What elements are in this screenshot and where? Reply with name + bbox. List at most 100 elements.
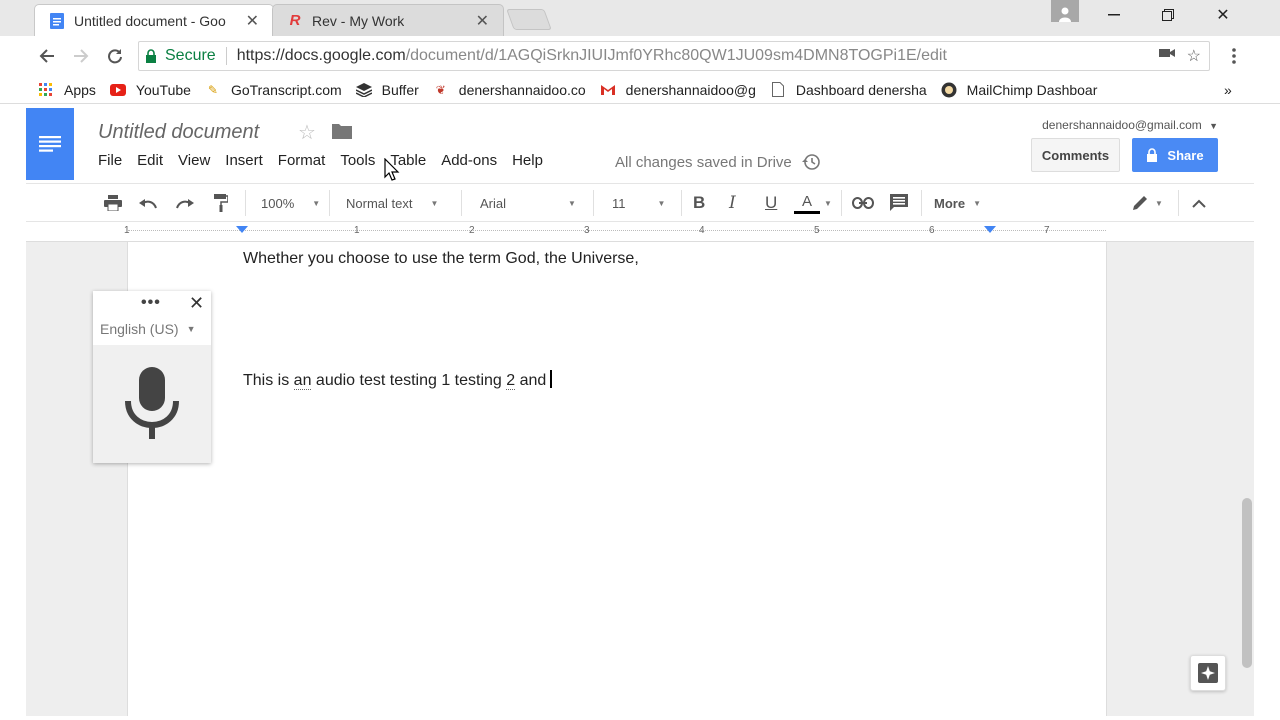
left-indent-marker[interactable] bbox=[236, 226, 248, 233]
redo-icon[interactable] bbox=[176, 184, 194, 222]
url-text: https://docs.google.com/document/d/1AGQi… bbox=[236, 47, 947, 64]
underline-button[interactable]: U bbox=[765, 184, 777, 222]
minimize-icon[interactable] bbox=[1091, 0, 1137, 30]
restore-icon[interactable] bbox=[1145, 0, 1191, 30]
new-tab-button[interactable] bbox=[506, 9, 552, 30]
tab-rev-my-work[interactable]: R Rev - My Work ✕ bbox=[272, 4, 504, 36]
link-icon[interactable] bbox=[852, 184, 874, 222]
back-arrow-icon[interactable] bbox=[35, 44, 59, 68]
secure-label: Secure bbox=[165, 47, 216, 64]
menu-bar: File Edit View Insert Format Tools Table… bbox=[98, 122, 558, 186]
bookmark-buffer[interactable]: Buffer bbox=[355, 82, 419, 98]
account-email[interactable]: denershannaidoo@gmail.com ▼ bbox=[1042, 118, 1218, 132]
bookmark-apps[interactable]: Apps bbox=[38, 82, 96, 98]
menu-view[interactable]: View bbox=[178, 152, 210, 169]
font-select[interactable]: Arial ▼ bbox=[480, 184, 576, 222]
paint-format-icon[interactable] bbox=[214, 184, 228, 222]
close-tab-icon[interactable]: ✕ bbox=[246, 11, 259, 31]
document-page[interactable]: Whether you choose to use the term God, … bbox=[127, 242, 1107, 716]
bold-button[interactable]: B bbox=[693, 184, 705, 222]
save-status[interactable]: All changes saved in Drive bbox=[615, 153, 820, 171]
explore-icon bbox=[1198, 663, 1218, 683]
bookmarks-overflow-icon[interactable]: » bbox=[1224, 82, 1232, 98]
menu-format[interactable]: Format bbox=[278, 152, 326, 169]
share-button[interactable]: Share bbox=[1132, 138, 1218, 172]
explore-button[interactable] bbox=[1190, 655, 1226, 691]
menu-dots-icon[interactable] bbox=[1222, 44, 1246, 68]
divider bbox=[593, 190, 594, 216]
folder-icon[interactable] bbox=[332, 123, 352, 139]
star-icon[interactable]: ☆ bbox=[298, 120, 316, 145]
chevron-down-icon: ▼ bbox=[568, 198, 576, 208]
comments-button[interactable]: Comments bbox=[1031, 138, 1120, 172]
right-indent-marker[interactable] bbox=[984, 226, 996, 233]
menu-tools[interactable]: Tools bbox=[324, 122, 389, 186]
ruler-number: 4 bbox=[699, 225, 705, 236]
close-window-icon[interactable]: ✕ bbox=[1200, 0, 1246, 30]
site-icon: ❦ bbox=[435, 82, 446, 97]
font-size-select[interactable]: 11 ▼ bbox=[612, 184, 665, 222]
text-color-button[interactable]: A ▼ bbox=[794, 184, 832, 222]
text-color-swatch bbox=[794, 210, 820, 214]
rev-favicon-icon: R bbox=[289, 12, 301, 29]
menu-addons[interactable]: Add-ons bbox=[441, 152, 497, 169]
menu-edit[interactable]: Edit bbox=[137, 152, 163, 169]
divider bbox=[681, 190, 682, 216]
tab-untitled-document[interactable]: Untitled document - Goo ✕ bbox=[34, 4, 274, 36]
profile-icon[interactable] bbox=[1051, 0, 1079, 22]
chevron-down-icon: ▼ bbox=[657, 198, 666, 208]
format-toolbar: 100% ▼ Normal text ▼ Arial ▼ 11 ▼ B I U A ▼ … bbox=[26, 183, 1254, 222]
chevron-down-icon: ▼ bbox=[973, 198, 981, 208]
menu-file[interactable]: File bbox=[98, 152, 122, 169]
chevron-down-icon: ▼ bbox=[312, 198, 321, 208]
editing-mode-button[interactable]: ▼ bbox=[1131, 184, 1163, 222]
tab-label: Untitled document - Goo bbox=[74, 12, 226, 29]
bookmark-gotranscript[interactable]: ✎ GoTranscript.com bbox=[205, 82, 342, 98]
docs-favicon-icon bbox=[49, 12, 65, 29]
apps-grid-icon bbox=[38, 82, 54, 98]
ruler[interactable]: 1 1 2 3 4 5 6 7 bbox=[26, 222, 1254, 242]
print-icon[interactable] bbox=[104, 184, 122, 222]
divider bbox=[841, 190, 842, 216]
bookmark-mailchimp[interactable]: MailChimp Dashboar bbox=[941, 82, 1097, 98]
tab-strip: Untitled document - Goo ✕ R Rev - My Wor… bbox=[0, 0, 1280, 36]
paragraph-style-select[interactable]: Normal text ▼ bbox=[346, 184, 438, 222]
close-tab-icon[interactable]: ✕ bbox=[476, 11, 489, 31]
bookmark-star-icon[interactable]: ☆ bbox=[1187, 46, 1201, 66]
document-title[interactable]: Untitled document bbox=[98, 121, 259, 144]
chevron-down-icon: ▼ bbox=[186, 324, 196, 334]
voice-typing-header[interactable]: ••• ✕ bbox=[93, 291, 211, 317]
zoom-select[interactable]: 100% ▼ bbox=[261, 184, 320, 222]
camera-icon[interactable] bbox=[1158, 46, 1175, 66]
docs-home-icon[interactable] bbox=[26, 108, 74, 180]
vertical-scrollbar[interactable] bbox=[1242, 498, 1252, 668]
mailchimp-icon bbox=[941, 82, 957, 98]
ruler-number: 2 bbox=[469, 225, 475, 236]
bookmark-gmail[interactable]: denershannaidoo@g bbox=[600, 82, 756, 98]
chevron-down-icon: ▼ bbox=[824, 198, 832, 208]
collapse-toolbar-icon[interactable] bbox=[1192, 184, 1206, 222]
comment-icon[interactable] bbox=[890, 184, 908, 222]
bookmark-youtube[interactable]: YouTube bbox=[109, 82, 191, 98]
more-options-icon[interactable]: ••• bbox=[141, 294, 161, 312]
close-icon[interactable]: ✕ bbox=[189, 293, 204, 314]
address-bar[interactable]: Secure https://docs.google.com/document/… bbox=[138, 41, 1210, 71]
undo-icon[interactable] bbox=[139, 184, 157, 222]
forward-arrow-icon[interactable] bbox=[69, 44, 93, 68]
revision-history-icon[interactable] bbox=[801, 153, 820, 171]
bookmark-denershannaidoo-site[interactable]: ❦ denershannaidoo.co bbox=[433, 82, 586, 98]
tab-label: Rev - My Work bbox=[312, 12, 405, 29]
menu-insert[interactable]: Insert bbox=[225, 152, 263, 169]
page-icon bbox=[770, 82, 786, 98]
bookmark-dashboard[interactable]: Dashboard denersha bbox=[770, 82, 927, 98]
italic-button[interactable]: I bbox=[729, 184, 736, 222]
more-button[interactable]: More ▼ bbox=[934, 184, 981, 222]
microphone-button[interactable] bbox=[93, 345, 211, 463]
secure-indicator[interactable]: Secure bbox=[145, 47, 216, 65]
reload-icon[interactable] bbox=[103, 44, 127, 68]
buffer-icon bbox=[355, 82, 372, 98]
ruler-number: 1 bbox=[124, 225, 130, 236]
menu-help[interactable]: Help bbox=[512, 152, 543, 169]
lock-icon bbox=[146, 49, 156, 63]
language-select[interactable]: English (US) ▼ bbox=[100, 321, 196, 337]
